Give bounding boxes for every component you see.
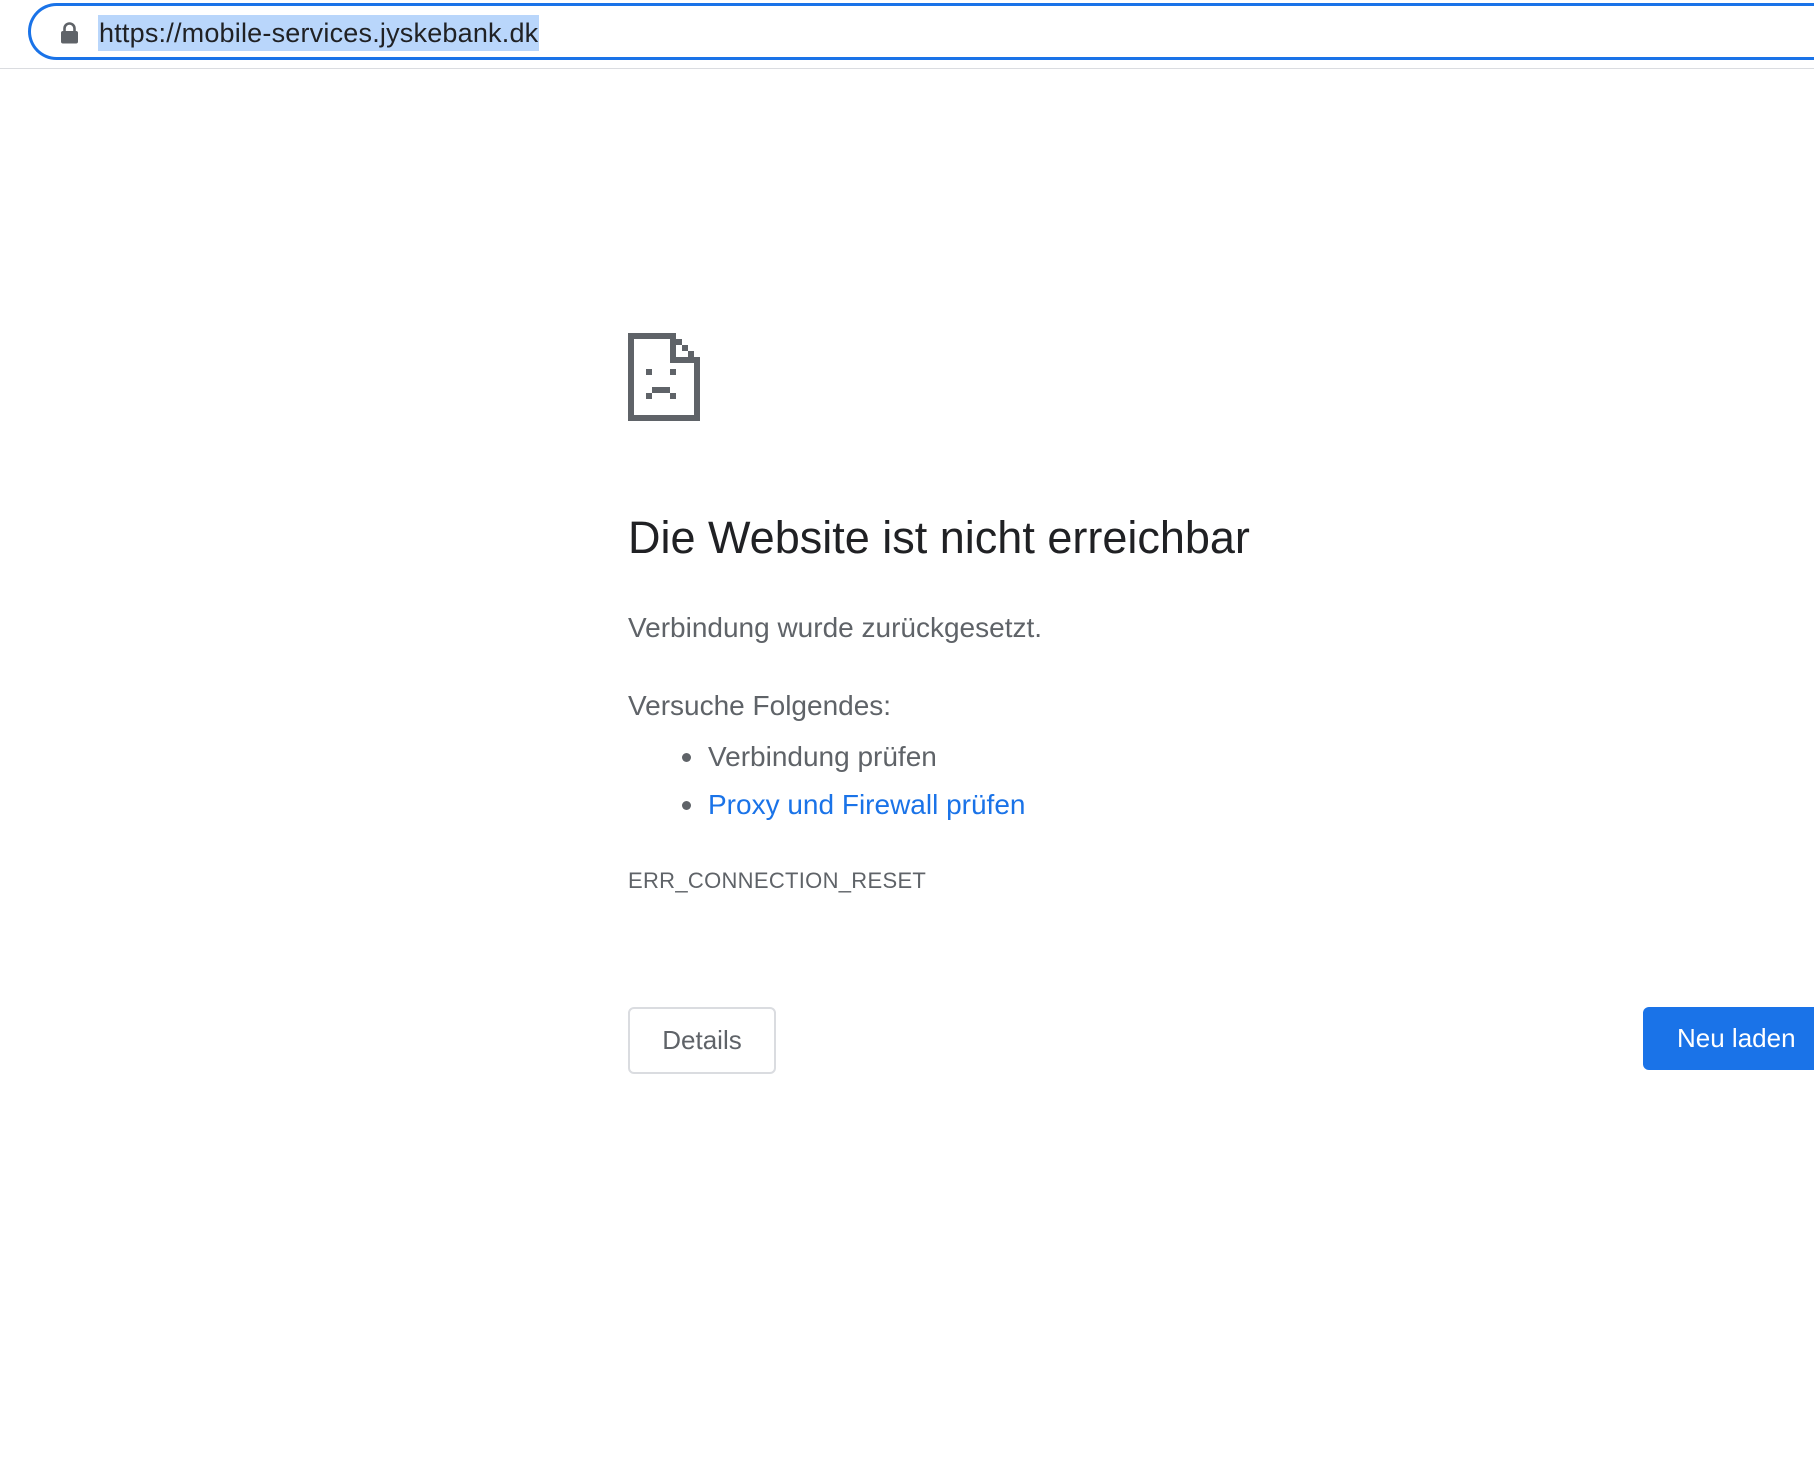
list-item: Verbindung prüfen [682,733,1025,781]
details-button[interactable]: Details [628,1007,776,1074]
browser-toolbar: https://mobile-services.jyskebank.dk [0,0,1814,69]
list-item[interactable]: Proxy und Firewall prüfen [682,781,1025,829]
lock-icon[interactable] [60,22,79,44]
url-text[interactable]: https://mobile-services.jyskebank.dk [98,15,540,51]
sad-document-icon [628,333,700,421]
suggestion-check-connection: Verbindung prüfen [708,741,937,772]
page-title: Die Website ist nicht erreichbar [628,512,1250,563]
error-code: ERR_CONNECTION_RESET [628,868,927,893]
suggestions-heading: Versuche Folgendes: [628,690,892,721]
suggestions-list: Verbindung prüfen Proxy und Firewall prü… [682,733,1025,829]
error-message: Verbindung wurde zurückgesetzt. [628,612,1043,643]
bullet-icon [682,753,691,762]
reload-button[interactable]: Neu laden [1643,1007,1814,1070]
address-bar[interactable]: https://mobile-services.jyskebank.dk [28,3,1814,60]
bullet-icon [682,801,691,810]
proxy-firewall-link[interactable]: Proxy und Firewall prüfen [708,789,1025,820]
